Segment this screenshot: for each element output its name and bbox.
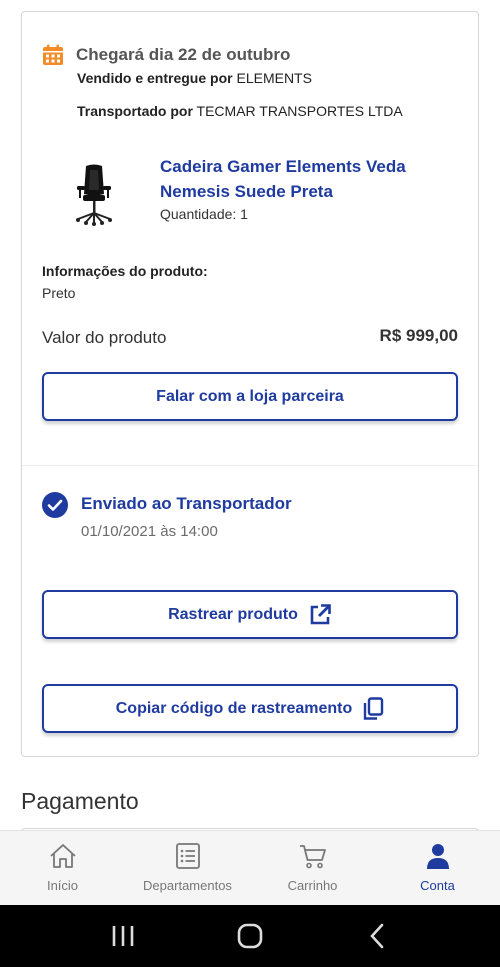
product-value-amount: R$ 999,00 bbox=[379, 326, 458, 345]
contact-store-button[interactable]: Falar com a loja parceira bbox=[42, 372, 458, 421]
calendar-icon bbox=[43, 44, 63, 65]
product-value-label: Valor do produto bbox=[42, 328, 167, 347]
home-icon bbox=[49, 844, 76, 868]
user-icon bbox=[426, 844, 449, 869]
cart-icon bbox=[299, 845, 326, 869]
nav-label-home: Início bbox=[46, 878, 79, 893]
delivery-header: Chegará dia 22 de outubro bbox=[42, 44, 290, 66]
home-circle-icon bbox=[237, 923, 263, 949]
track-product-button[interactable]: Rastrear produto bbox=[42, 590, 458, 639]
seller-name: ELEMENTS bbox=[236, 70, 312, 86]
product-info-title: Informações do produto: bbox=[42, 263, 208, 279]
product-image[interactable] bbox=[74, 164, 114, 226]
recent-apps-button[interactable] bbox=[108, 921, 138, 951]
copy-icon bbox=[364, 696, 384, 720]
list-icon bbox=[175, 843, 200, 869]
nav-label-departments: Departamentos bbox=[143, 878, 232, 893]
shipped-by-label: Transportado por bbox=[77, 103, 193, 119]
sold-by: Vendido e entregue por ELEMENTS bbox=[77, 70, 312, 86]
copy-tracking-code-button[interactable]: Copiar código de rastreamento bbox=[42, 684, 458, 733]
recent-apps-icon bbox=[113, 926, 134, 946]
payment-section-title: Pagamento bbox=[21, 788, 139, 814]
nav-item-account[interactable]: Conta bbox=[375, 831, 500, 905]
nav-item-cart[interactable]: Carrinho bbox=[250, 831, 375, 905]
product-quantity: Quantidade: 1 bbox=[160, 206, 248, 222]
order-card: Chegará dia 22 de outubro Vendido e entr… bbox=[21, 11, 479, 757]
back-button[interactable] bbox=[362, 921, 392, 951]
product-info-value: Preto bbox=[42, 285, 76, 301]
section-divider bbox=[22, 465, 478, 466]
copy-tracking-code-label: Copiar código de rastreamento bbox=[115, 699, 353, 717]
bottom-navigation: Início Departamentos Carrinho Conta bbox=[0, 830, 500, 905]
track-product-label: Rastrear produto bbox=[168, 605, 298, 623]
nav-label-account: Conta bbox=[420, 878, 455, 893]
carrier-name: TECMAR TRANSPORTES LTDA bbox=[196, 103, 403, 119]
home-system-button[interactable] bbox=[235, 921, 265, 951]
sold-by-label: Vendido e entregue por bbox=[77, 70, 233, 86]
external-link-icon bbox=[310, 603, 331, 624]
shipping-status-title: Enviado ao Transportador bbox=[81, 494, 292, 513]
check-circle-icon bbox=[42, 492, 68, 518]
delivery-date: Chegará dia 22 de outubro bbox=[76, 45, 291, 64]
back-chevron-icon bbox=[369, 923, 383, 949]
shipping-status-date: 01/10/2021 às 14:00 bbox=[81, 523, 218, 540]
shipped-by: Transportado por TECMAR TRANSPORTES LTDA bbox=[77, 103, 403, 119]
nav-label-cart: Carrinho bbox=[287, 878, 338, 893]
nav-item-departments[interactable]: Departamentos bbox=[125, 831, 250, 905]
product-name-link[interactable]: Cadeira Gamer Elements Veda Nemesis Sued… bbox=[160, 154, 440, 204]
system-navigation-bar bbox=[0, 905, 500, 967]
contact-store-label: Falar com a loja parceira bbox=[156, 387, 344, 405]
nav-item-home[interactable]: Início bbox=[0, 831, 125, 905]
